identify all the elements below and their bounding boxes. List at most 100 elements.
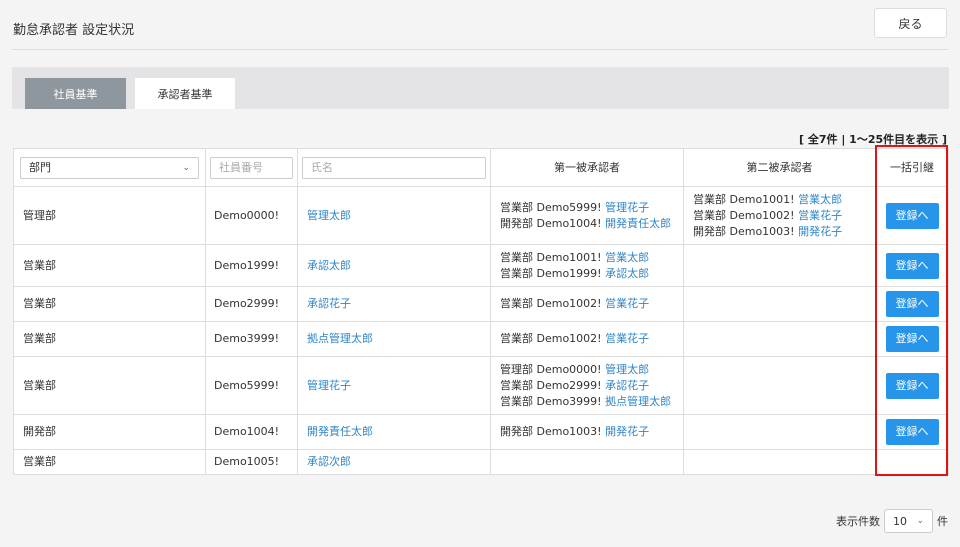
approvee-entry: 営業部 Demo1001! 営業太郎 <box>693 192 866 208</box>
approvee-entry: 営業部 Demo1999! 承認太郎 <box>500 266 674 282</box>
approvee-name-link[interactable]: 開発花子 <box>605 425 649 438</box>
cell-employee-id: Demo1999! <box>205 244 298 287</box>
approvee-name-link[interactable]: 開発花子 <box>798 225 842 238</box>
approvee-entry: 営業部 Demo1002! 営業花子 <box>693 208 866 224</box>
approvee-name-link[interactable]: 営業太郎 <box>605 251 649 264</box>
approvee-prefix: 営業部 Demo1002! <box>693 208 795 222</box>
approvee-name-link[interactable]: 管理太郎 <box>605 363 649 376</box>
table-row: 開発部 Demo1004! 開発責任太郎 開発部 Demo1003! 開発花子 登録へ <box>13 414 949 450</box>
cell-name: 管理花子 <box>297 356 491 415</box>
approvee-name-link[interactable]: 営業花子 <box>605 332 649 345</box>
cell-bulk-transfer <box>875 449 949 475</box>
page-size-select[interactable]: 10 ⌄ <box>884 509 933 533</box>
cell-first-approvee: 営業部 Demo1001! 営業太郎 営業部 Demo1999! 承認太郎 <box>490 244 684 287</box>
register-button[interactable]: 登録へ <box>885 419 939 445</box>
result-count: [ 全7件 | 1〜25件目を表示 ] <box>798 133 947 146</box>
approvee-name-link[interactable]: 営業太郎 <box>798 193 842 206</box>
employee-name-link[interactable]: 承認花子 <box>307 297 351 310</box>
employee-name-link[interactable]: 承認次郎 <box>307 455 351 468</box>
register-button[interactable]: 登録へ <box>885 326 939 352</box>
employee-name-link[interactable]: 拠点管理太郎 <box>307 332 373 345</box>
approvee-name-link[interactable]: 営業花子 <box>798 209 842 222</box>
employee-no-input[interactable]: 社員番号 <box>210 156 293 179</box>
approvee-name-link[interactable]: 拠点管理太郎 <box>605 395 671 408</box>
name-filter-cell: 氏名 <box>297 148 491 187</box>
approvee-name-link[interactable]: 管理花子 <box>605 201 649 214</box>
approvee-prefix: 開発部 Demo1003! <box>500 425 602 438</box>
cell-employee-id: Demo0000! <box>205 186 298 245</box>
tab-approver-basis[interactable]: 承認者基準 <box>135 78 235 109</box>
table-row: 営業部 Demo5999! 管理花子 管理部 Demo0000! 管理太郎 営業部 De… <box>13 356 949 415</box>
employee-name-link[interactable]: 開発責任太郎 <box>307 425 373 438</box>
header-divider <box>12 49 948 50</box>
approvee-entry: 営業部 Demo1002! 営業花子 <box>500 296 674 312</box>
approvee-name-link[interactable]: 開発責任太郎 <box>605 217 671 230</box>
table-row: 営業部 Demo3999! 拠点管理太郎 営業部 Demo1002! 営業花子 登録へ <box>13 321 949 357</box>
cell-second-approvee <box>683 244 876 287</box>
approvee-prefix: 開発部 Demo1004! <box>500 216 602 230</box>
approvee-entry: 管理部 Demo0000! 管理太郎 <box>500 362 674 378</box>
approvee-entry: 営業部 Demo1002! 営業花子 <box>500 331 674 347</box>
cell-first-approvee: 開発部 Demo1003! 開発花子 <box>490 414 684 450</box>
register-button[interactable]: 登録へ <box>885 252 939 279</box>
cell-first-approvee: 営業部 Demo1002! 営業花子 <box>490 286 684 322</box>
cell-second-approvee <box>683 356 876 415</box>
approvee-prefix: 営業部 Demo5999! <box>500 200 602 214</box>
cell-name: 承認太郎 <box>297 244 491 287</box>
cell-bulk-transfer: 登録へ <box>875 286 949 322</box>
cell-department: 営業部 <box>13 449 206 475</box>
register-button[interactable]: 登録へ <box>885 291 939 317</box>
approvee-name-link[interactable]: 営業花子 <box>605 297 649 310</box>
page-size-unit: 件 <box>937 515 948 528</box>
cell-department: 営業部 <box>13 356 206 415</box>
cell-bulk-transfer: 登録へ <box>875 186 949 245</box>
cell-bulk-transfer: 登録へ <box>875 244 949 287</box>
chevron-down-icon: ⌄ <box>182 162 190 173</box>
approvee-prefix: 管理部 Demo0000! <box>500 362 602 376</box>
cell-bulk-transfer: 登録へ <box>875 321 949 357</box>
column-header-first: 第一被承認者 <box>490 148 684 187</box>
employee-name-link[interactable]: 承認太郎 <box>307 259 351 272</box>
cell-name: 拠点管理太郎 <box>297 321 491 357</box>
approvee-prefix: 営業部 Demo1999! <box>500 266 602 280</box>
page-size-label: 表示件数 <box>836 515 880 528</box>
register-button[interactable]: 登録へ <box>885 372 939 399</box>
cell-employee-id: Demo3999! <box>205 321 298 357</box>
approvee-entry: 開発部 Demo1003! 開発花子 <box>693 224 866 240</box>
page-title: 勤怠承認者 設定状況 <box>13 23 135 38</box>
cell-department: 営業部 <box>13 321 206 357</box>
approver-table: 部門 ⌄ 社員番号 氏名 第一被承認者 第二被承認者 一括引継 管理部 Demo0… <box>13 148 949 475</box>
cell-second-approvee <box>683 321 876 357</box>
cell-employee-id: Demo1004! <box>205 414 298 450</box>
cell-name: 管理太郎 <box>297 186 491 245</box>
page-size-value: 10 <box>893 514 907 528</box>
approvee-prefix: 営業部 Demo3999! <box>500 394 602 408</box>
cell-first-approvee: 管理部 Demo0000! 管理太郎 営業部 Demo2999! 承認花子 営業部 … <box>490 356 684 415</box>
approvee-prefix: 営業部 Demo2999! <box>500 378 602 392</box>
cell-bulk-transfer: 登録へ <box>875 356 949 415</box>
cell-department: 管理部 <box>13 186 206 245</box>
table-row: 営業部 Demo1999! 承認太郎 営業部 Demo1001! 営業太郎 営業部 De… <box>13 244 949 287</box>
department-select-label: 部門 <box>29 160 51 174</box>
approvee-prefix: 営業部 Demo1002! <box>500 297 602 310</box>
name-input[interactable]: 氏名 <box>302 156 486 179</box>
approvee-name-link[interactable]: 承認太郎 <box>605 267 649 280</box>
approvee-prefix: 営業部 Demo1002! <box>500 332 602 345</box>
cell-first-approvee <box>490 449 684 475</box>
column-header-second: 第二被承認者 <box>683 148 876 187</box>
page: 勤怠承認者 設定状況 戻る 社員基準 承認者基準 [ 全7件 | 1〜25件目を… <box>0 0 960 547</box>
cell-name: 承認次郎 <box>297 449 491 475</box>
approvee-name-link[interactable]: 承認花子 <box>605 379 649 392</box>
cell-first-approvee: 営業部 Demo1002! 営業花子 <box>490 321 684 357</box>
tab-employee-basis[interactable]: 社員基準 <box>25 78 126 109</box>
cell-department: 営業部 <box>13 286 206 322</box>
back-button[interactable]: 戻る <box>874 8 947 38</box>
cell-name: 承認花子 <box>297 286 491 322</box>
register-button[interactable]: 登録へ <box>885 202 939 229</box>
employee-name-link[interactable]: 管理太郎 <box>307 209 351 222</box>
approvee-entry: 営業部 Demo2999! 承認花子 <box>500 378 674 394</box>
cell-bulk-transfer: 登録へ <box>875 414 949 450</box>
department-select[interactable]: 部門 ⌄ <box>20 156 199 179</box>
employee-name-link[interactable]: 管理花子 <box>307 379 351 392</box>
approvee-prefix: 営業部 Demo1001! <box>500 250 602 264</box>
